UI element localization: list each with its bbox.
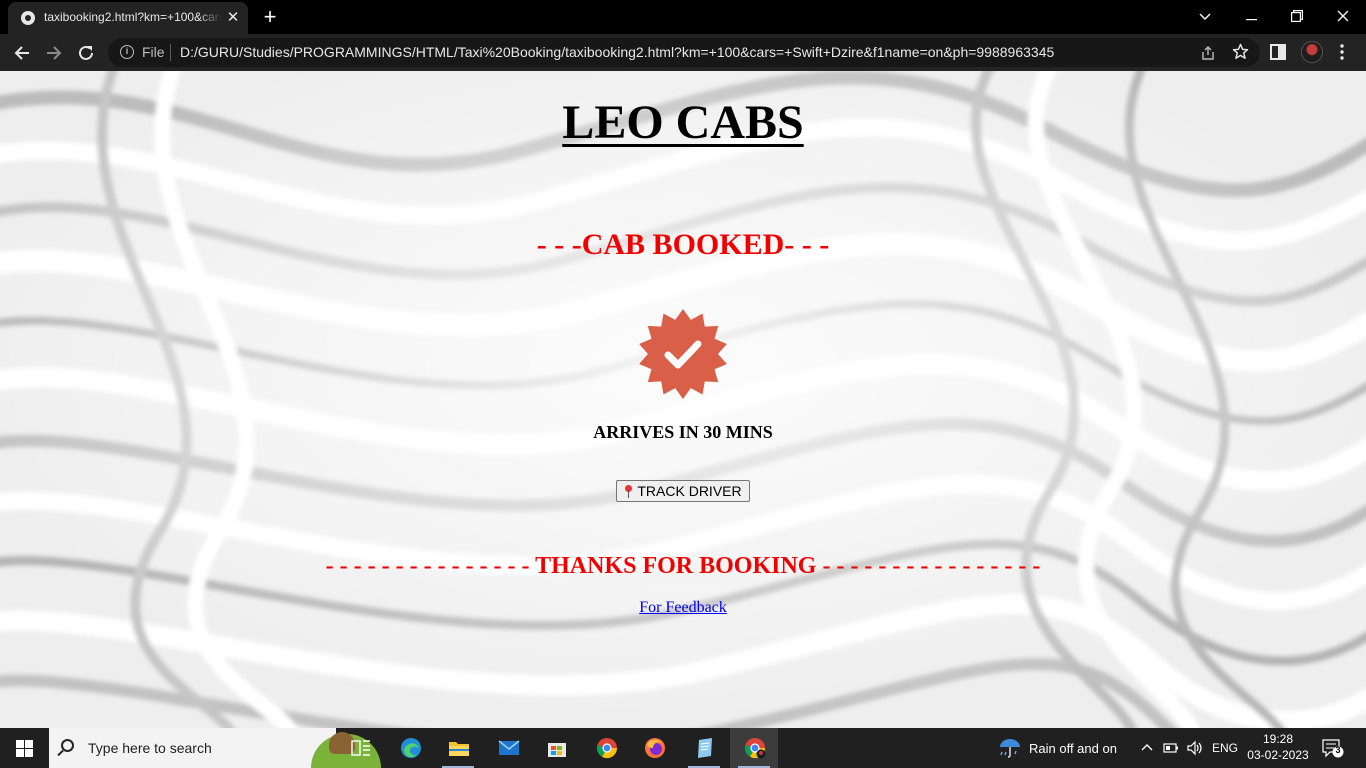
chrome-icon[interactable] — [582, 728, 630, 768]
omnibox-divider — [170, 44, 171, 61]
battery-icon[interactable] — [1160, 728, 1182, 768]
mail-icon[interactable] — [484, 728, 532, 768]
weather-rain-icon[interactable] — [992, 728, 1028, 768]
browser-menu-icon[interactable] — [1334, 39, 1350, 65]
share-icon[interactable] — [1198, 43, 1218, 63]
feedback-container: For Feedback — [0, 599, 1366, 617]
firefox-icon[interactable] — [630, 728, 678, 768]
brand-title: LEO CABS — [562, 96, 804, 149]
url-text[interactable]: D:/GURU/Studies/PROGRAMMINGS/HTML/Taxi%2… — [180, 44, 1180, 60]
profile-avatar[interactable] — [1301, 41, 1323, 63]
file-explorer-icon[interactable] — [434, 728, 482, 768]
web-page: LEO CABS - - -CAB BOOKED- - - ARRIVES IN… — [0, 71, 1366, 728]
address-bar[interactable]: i File D:/GURU/Studies/PROGRAMMINGS/HTML… — [108, 38, 1260, 67]
side-panel-icon[interactable] — [1270, 44, 1286, 60]
volume-icon[interactable] — [1184, 728, 1206, 768]
globe-icon — [21, 11, 35, 25]
notification-center-button[interactable]: 3 — [1322, 738, 1344, 758]
weather-text[interactable]: Rain off and on — [1029, 741, 1117, 756]
search-icon — [61, 739, 74, 752]
windows-logo-icon — [16, 740, 33, 757]
tab-search-chevron-icon[interactable] — [1182, 3, 1228, 29]
verified-check-badge-icon — [639, 309, 727, 399]
chrome-active-icon[interactable] — [730, 728, 778, 768]
language-indicator[interactable]: ENG — [1212, 741, 1238, 755]
new-tab-button[interactable]: + — [258, 5, 282, 29]
notepad-icon[interactable] — [680, 728, 728, 768]
browser-tab-strip: taxibooking2.html?km=+100&cars=+Swift+Dz… — [0, 0, 1366, 34]
notification-count-badge: 3 — [1335, 745, 1341, 755]
restore-button[interactable] — [1274, 3, 1320, 29]
tab-title: taxibooking2.html?km=+100&cars=+Swift+Dz… — [44, 10, 222, 27]
close-tab-icon[interactable]: ✕ — [224, 9, 242, 27]
chevron-up-icon[interactable] — [1138, 728, 1156, 768]
track-driver-label: TRACK DRIVER — [637, 483, 742, 499]
pushpin-icon — [624, 485, 633, 498]
bookmark-star-icon[interactable] — [1230, 42, 1250, 62]
edge-icon[interactable] — [386, 728, 434, 768]
thanks-message: - - - - - - - - - - - - - - - THANKS FOR… — [325, 553, 1041, 579]
close-window-button[interactable] — [1320, 3, 1366, 29]
feedback-link[interactable]: For Feedback — [639, 599, 727, 616]
reload-button[interactable] — [72, 39, 100, 67]
browser-toolbar: i File D:/GURU/Studies/PROGRAMMINGS/HTML… — [0, 34, 1366, 71]
arrival-time-text: ARRIVES IN 30 MINS — [593, 422, 773, 442]
clock[interactable]: 19:28 03-02-2023 — [1238, 731, 1318, 763]
minimize-button[interactable] — [1228, 3, 1274, 29]
page-title: LEO CABS — [0, 95, 1366, 150]
site-info-icon[interactable]: i — [120, 45, 134, 59]
back-button[interactable] — [8, 39, 36, 67]
windows-taskbar: Type here to search Rain off and on ENG — [0, 728, 1366, 768]
taskbar-search-box[interactable]: Type here to search — [49, 728, 381, 768]
clock-date: 03-02-2023 — [1247, 748, 1309, 762]
track-driver-button[interactable]: TRACK DRIVER — [616, 480, 750, 502]
booking-status-heading: - - -CAB BOOKED- - - — [536, 228, 830, 261]
clock-time: 19:28 — [1262, 732, 1294, 746]
browser-tab[interactable]: taxibooking2.html?km=+100&cars=+Swift+Dz… — [8, 2, 248, 34]
microsoft-store-icon[interactable] — [532, 728, 580, 768]
start-button[interactable] — [0, 728, 48, 768]
booking-confirmation: LEO CABS - - -CAB BOOKED- - - ARRIVES IN… — [0, 71, 1366, 728]
task-view-button[interactable] — [336, 728, 384, 768]
search-placeholder: Type here to search — [88, 740, 212, 756]
forward-button[interactable] — [40, 39, 68, 67]
url-scheme-label: File — [142, 44, 165, 60]
